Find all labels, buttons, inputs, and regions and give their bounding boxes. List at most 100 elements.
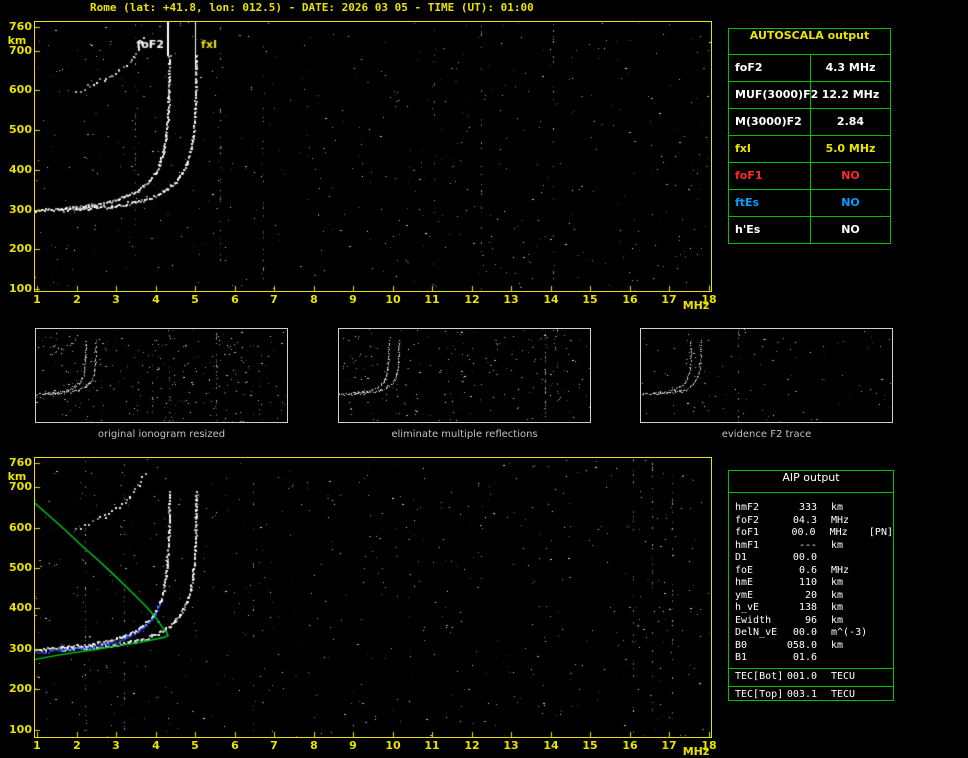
y-axis-tick-label: 600: [9, 521, 32, 534]
aip-row-unit: km: [831, 539, 844, 551]
x-axis-tick-label: 3: [112, 293, 120, 306]
thumbnail-caption-filtered: eliminate multiple reflections: [391, 429, 538, 440]
autoscala-row-value: 4.3 MHz: [810, 55, 890, 81]
autoscala-row: M(3000)F2 2.84: [729, 108, 890, 135]
aip-row-label: foF2: [735, 514, 760, 526]
autoscala-row-value: NO: [810, 163, 890, 189]
aip-row-unit: TECU: [831, 670, 856, 682]
x-axis-tick-label: 11: [424, 293, 440, 306]
aip-row: B1 01.6: [735, 652, 893, 665]
aip-table-title: AIP output: [729, 471, 893, 493]
y-axis-tick-label: 760: [9, 20, 32, 33]
aip-row-unit: [831, 552, 869, 565]
thumbnail-f2-trace: [640, 328, 893, 423]
aip-row-unit: MHz: [829, 527, 848, 538]
x-axis-tick-label: 17: [661, 293, 677, 306]
aip-row: Ewidth 96 km: [735, 615, 893, 628]
y-axis-tick-label: 400: [9, 163, 32, 176]
autoscala-row: fxI 5.0 MHz: [729, 135, 890, 162]
aip-row-label: Ewidth: [735, 614, 772, 626]
aip-row-value: ---: [798, 539, 817, 551]
y-axis-unit-label: km: [7, 470, 27, 483]
autoscala-row-label: foF2: [735, 61, 763, 74]
aip-row-value: 058.0: [786, 639, 817, 651]
aip-row: D1 00.0: [735, 552, 893, 565]
aip-row-label: TEC[Top]: [735, 689, 784, 700]
x-axis-unit-label: MHz: [682, 299, 710, 312]
x-axis-tick-label: 13: [503, 293, 519, 306]
aip-row-value: 04.3: [792, 514, 817, 526]
x-axis-tick-label: 12: [464, 293, 480, 306]
aip-row-unit: km: [831, 589, 844, 601]
x-axis-tick-label: 4: [152, 739, 160, 752]
aip-row-label: h_vE: [735, 602, 760, 613]
aip-row-unit: km: [831, 639, 844, 651]
y-axis-tick-label: 600: [9, 83, 32, 96]
x-axis-tick-label: 17: [661, 739, 677, 752]
aip-row: hmF1 --- km: [735, 540, 893, 553]
autoscala-row: ftEs NO: [729, 189, 890, 216]
aip-row: ymE 20 km: [735, 590, 893, 603]
autoscala-row-label: M(3000)F2: [735, 115, 802, 128]
autoscala-row: foF2 4.3 MHz: [729, 54, 890, 81]
autoscala-row: foF1 NO: [729, 162, 890, 189]
aip-row: TEC[Bot] 001.0 TECU: [735, 671, 893, 684]
x-axis-tick-label: 7: [270, 739, 278, 752]
x-axis-tick-label: 6: [231, 293, 239, 306]
x-axis-tick-label: 8: [310, 293, 318, 306]
x-axis-tick-label: 7: [270, 293, 278, 306]
y-axis-tick-label: 760: [9, 456, 32, 469]
y-axis-tick-label: 200: [9, 242, 32, 255]
thumbnail-original-ionogram: [35, 328, 288, 423]
y-axis-tick-label: 100: [9, 723, 32, 736]
autoscala-row-value: 12.2 MHz: [810, 82, 890, 108]
x-axis-tick-label: 5: [191, 293, 199, 306]
aip-row-label: TEC[Bot]: [735, 670, 784, 682]
aip-row-unit: m^(-3): [831, 627, 868, 638]
x-axis-tick-label: 15: [582, 739, 598, 752]
autoscala-table-rows: foF2 4.3 MHz MUF(3000)F2 12.2 MHz M(3000)F2 2…: [729, 54, 890, 243]
aip-row-label: D1: [735, 552, 748, 563]
autoscala-row-label: fxI: [735, 142, 751, 155]
autoscala-row-value: NO: [810, 190, 890, 216]
x-axis-unit-label: MHz: [682, 745, 710, 758]
aip-row-value: 96: [804, 614, 817, 626]
aip-row-unit: MHz: [831, 514, 850, 526]
aip-row: foF1 00.0 MHz [PN]: [735, 527, 893, 540]
x-axis-tick-label: 2: [73, 739, 81, 752]
aip-row: TEC[Top] 003.1 TECU: [735, 689, 893, 702]
aip-row-value: 00.0: [792, 552, 817, 563]
x-axis-tick-label: 9: [349, 739, 357, 752]
profile-ionogram-frame: [34, 457, 712, 738]
thumbnail-caption-original: original ionogram resized: [97, 429, 226, 440]
aip-separator: [729, 667, 893, 669]
x-axis-tick-label: 12: [464, 739, 480, 752]
y-axis-tick-label: 500: [9, 561, 32, 574]
x-axis-tick-label: 9: [349, 293, 357, 306]
aip-row-value: 00.0: [791, 527, 816, 538]
x-axis-tick-label: 1: [33, 293, 41, 306]
header-title: Rome (lat: +41.8, lon: 012.5) - DATE: 20…: [90, 1, 534, 14]
x-axis-tick-label: 14: [543, 739, 559, 752]
profile-ionogram-canvas: [35, 458, 711, 737]
aip-row-value: 20: [804, 589, 817, 601]
aip-row: foF2 04.3 MHz: [735, 515, 893, 528]
x-axis-tick-label: 4: [152, 293, 160, 306]
aip-table-rows: hmF2 333 km foF2 04.3 MHz foF1 00.0 MHz [PN] hmF1 -…: [729, 493, 893, 702]
aip-row: B0 058.0 km: [735, 640, 893, 653]
aip-row-label: ymE: [735, 589, 754, 601]
thumbnail-caption-f2: evidence F2 trace: [721, 429, 812, 440]
thumbnail-filtered-ionogram: [338, 328, 591, 423]
y-axis-tick-label: 400: [9, 601, 32, 614]
aip-row-label: B1: [735, 652, 748, 663]
aip-row: hmE 110 km: [735, 577, 893, 590]
x-axis-tick-label: 5: [191, 739, 199, 752]
aip-row: DelN_vE 00.0 m^(-3): [735, 627, 893, 640]
aip-separator: [729, 686, 893, 687]
aip-row-value: 0.6: [798, 564, 817, 576]
aip-row-label: hmE: [735, 577, 754, 588]
thumbnail-filtered-canvas: [339, 329, 590, 422]
x-axis-tick-label: 8: [310, 739, 318, 752]
aip-row-label: foF1: [735, 527, 760, 538]
aip-row-label: hmF1: [735, 539, 760, 551]
